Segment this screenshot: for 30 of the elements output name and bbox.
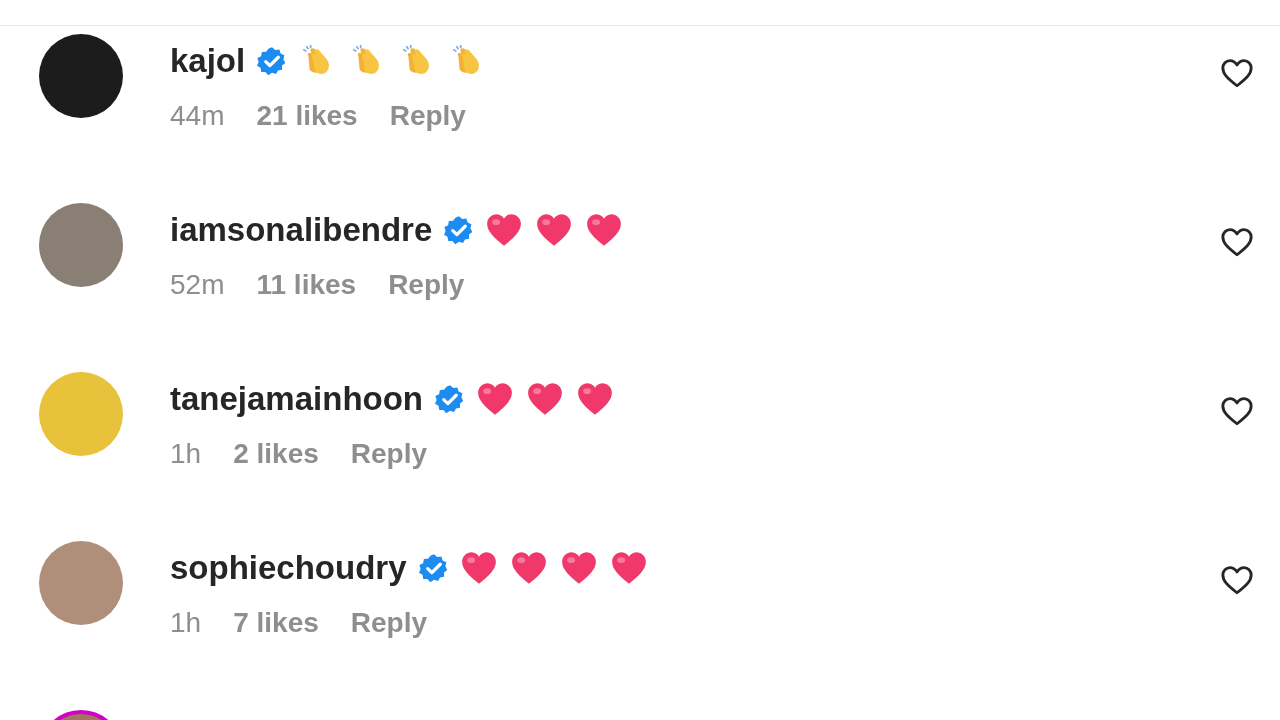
heart-emoji-icon <box>460 551 497 585</box>
likes-count-link[interactable]: 11 likes <box>256 269 357 301</box>
heart-emoji-icon <box>536 213 573 247</box>
likes-count-link[interactable]: 7 likes <box>233 607 319 639</box>
reply-link[interactable]: Reply <box>388 269 465 301</box>
heart-emoji-icon <box>586 213 623 247</box>
comment-time: 44m <box>170 100 225 132</box>
like-heart-icon[interactable] <box>1220 225 1254 259</box>
heart-emoji-icon <box>486 213 523 247</box>
comment-time: 1h <box>170 607 202 639</box>
likes-count-link[interactable]: 21 likes <box>256 100 358 132</box>
heart-emoji-icon <box>477 382 514 416</box>
reply-link[interactable]: Reply <box>350 607 428 639</box>
reply-link[interactable]: Reply <box>389 100 466 132</box>
like-heart-icon[interactable] <box>1220 394 1254 428</box>
username-link[interactable]: kajol <box>170 42 246 80</box>
reply-link[interactable]: Reply <box>350 438 428 470</box>
heart-emoji-icon <box>510 551 547 585</box>
heart-emoji-icon <box>527 382 564 416</box>
heart-emoji-icon <box>560 551 597 585</box>
likes-count-link[interactable]: 2 likes <box>233 438 319 470</box>
username-link[interactable]: sophiechoudry <box>170 549 407 587</box>
comment-time: 1h <box>170 438 202 470</box>
username-link[interactable]: iamsonalibendre <box>170 211 433 249</box>
like-heart-icon[interactable] <box>1220 56 1254 90</box>
heart-emoji-icon <box>610 551 647 585</box>
username-link[interactable]: tanejamainhoon <box>170 380 424 418</box>
comment-time: 52m <box>170 269 225 301</box>
heart-emoji-icon <box>577 382 614 416</box>
like-heart-icon[interactable] <box>1220 563 1254 597</box>
